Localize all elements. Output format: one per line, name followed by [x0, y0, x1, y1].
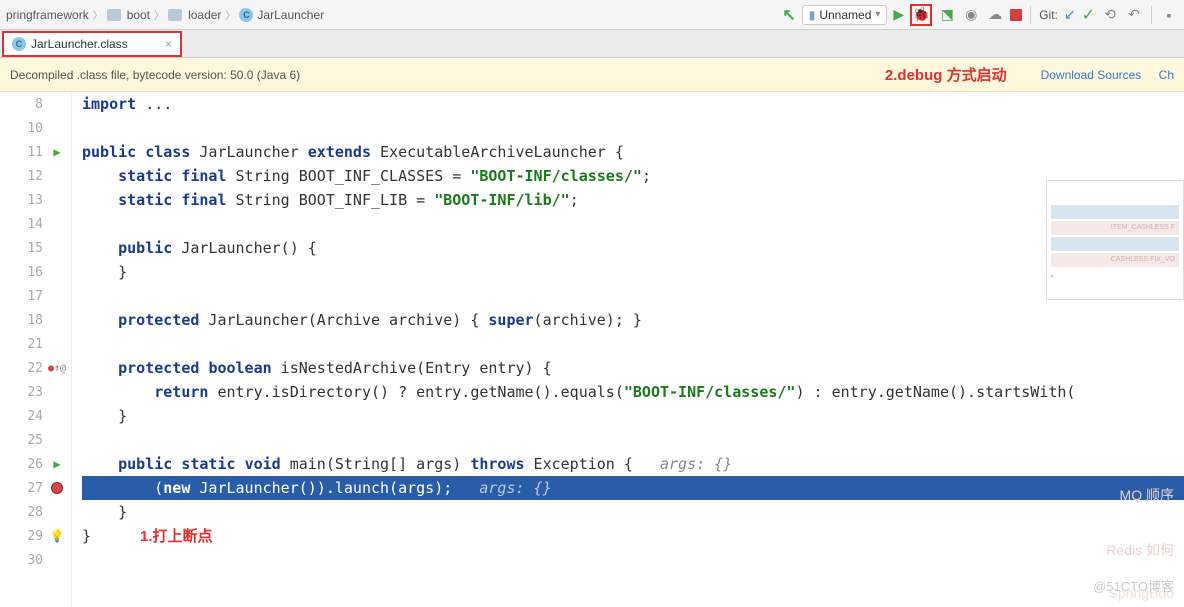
line-number[interactable]: 14 [0, 212, 71, 236]
code-line[interactable]: } [82, 500, 1184, 524]
choose-sources-link[interactable]: Ch [1159, 68, 1174, 82]
line-number[interactable]: 21 [0, 332, 71, 356]
line-number[interactable]: 17 [0, 284, 71, 308]
line-number[interactable]: 10 [0, 116, 71, 140]
bug-icon: 🐞 [912, 6, 929, 23]
line-number[interactable]: 27 [0, 476, 71, 500]
code-line[interactable]: public class JarLauncher extends Executa… [82, 140, 1184, 164]
class-icon: C [12, 37, 26, 51]
line-number[interactable]: 8 [0, 92, 71, 116]
class-icon: C [239, 8, 253, 22]
separator [1151, 6, 1152, 24]
tab-jarlauncher[interactable]: C JarLauncher.class × [2, 31, 182, 57]
code-line[interactable]: } [82, 260, 1184, 284]
code-line[interactable] [82, 116, 1184, 140]
breadcrumbs[interactable]: pringframework〉 boot〉 loader〉 CJarLaunch… [6, 7, 324, 22]
crumb-root[interactable]: pringframework [6, 8, 89, 22]
line-number[interactable]: 12 [0, 164, 71, 188]
download-sources-link[interactable]: Download Sources [1041, 68, 1142, 82]
code-line[interactable] [82, 548, 1184, 572]
annotation-breakpoint: 1.打上断点 [140, 525, 213, 546]
code-line[interactable]: return entry.isDirectory() ? entry.getNa… [82, 380, 1184, 404]
debug-button[interactable]: 🐞 [910, 4, 932, 26]
git-label: Git: [1039, 8, 1058, 22]
code-line[interactable] [82, 284, 1184, 308]
attach-icon[interactable]: ☁ [986, 6, 1004, 24]
coverage-icon[interactable]: ⬔ [938, 6, 956, 24]
git-commit-icon[interactable]: ✓ [1082, 5, 1095, 25]
line-number[interactable]: 22●↑@ [0, 356, 71, 380]
code-line[interactable]: (new JarLauncher()).launch(args); args: … [82, 476, 1184, 500]
code-line[interactable]: } [82, 404, 1184, 428]
faint-text: MQ 顺序 [1120, 485, 1174, 505]
line-number[interactable]: 29💡 [0, 524, 71, 548]
minimap-preview: ITEM_CASHLESS F CASHLESS FIX_VO ▸ [1046, 180, 1184, 300]
line-number[interactable]: 24 [0, 404, 71, 428]
line-number[interactable]: 23 [0, 380, 71, 404]
close-icon[interactable]: × [165, 37, 172, 51]
line-number[interactable]: 11▶ [0, 140, 71, 164]
run-config-name: Unnamed [819, 8, 871, 22]
code-line[interactable] [82, 428, 1184, 452]
code-line[interactable]: static final String BOOT_INF_LIB = "BOOT… [82, 188, 1184, 212]
more-icon[interactable]: ▪ [1160, 6, 1178, 24]
code-line[interactable]: protected JarLauncher(Archive archive) {… [82, 308, 1184, 332]
tab-label: JarLauncher.class [31, 37, 128, 51]
watermark: @51CTO博客 [1093, 576, 1174, 595]
toolbar: pringframework〉 boot〉 loader〉 CJarLaunch… [0, 0, 1184, 30]
code-line[interactable]: public JarLauncher() { [82, 236, 1184, 260]
code-line[interactable]: protected boolean isNestedArchive(Entry … [82, 356, 1184, 380]
crumb-loader[interactable]: loader [188, 8, 221, 22]
history-icon[interactable]: ⟲ [1101, 6, 1119, 24]
gutter[interactable]: 81011▶121314151617182122●↑@23242526▶2728… [0, 92, 72, 607]
line-number[interactable]: 28 [0, 500, 71, 524]
folder-icon [168, 9, 182, 21]
run-config-select[interactable]: ▮Unnamed▾ [802, 5, 888, 25]
code-line[interactable]: import ... [82, 92, 1184, 116]
line-number[interactable]: 30 [0, 548, 71, 572]
crumb-boot[interactable]: boot [127, 8, 150, 22]
revert-icon[interactable]: ↶ [1125, 6, 1143, 24]
faint-text: Redis 如何 [1106, 540, 1174, 560]
code-line[interactable] [82, 212, 1184, 236]
code-line[interactable]: static final String BOOT_INF_CLASSES = "… [82, 164, 1184, 188]
stop-icon[interactable] [1010, 9, 1022, 21]
line-number[interactable]: 18 [0, 308, 71, 332]
line-number[interactable]: 16 [0, 260, 71, 284]
line-number[interactable]: 26▶ [0, 452, 71, 476]
line-number[interactable]: 15 [0, 236, 71, 260]
line-number[interactable]: 25 [0, 428, 71, 452]
toolbar-right: ↖ ▮Unnamed▾ ▶ 🐞 ⬔ ◉ ☁ Git: ↙ ✓ ⟲ ↶ ▪ [782, 4, 1178, 26]
git-pull-icon[interactable]: ↙ [1064, 6, 1076, 23]
profile-icon[interactable]: ◉ [962, 6, 980, 24]
code-line[interactable]: } [82, 524, 1184, 548]
nav-back-icon[interactable]: ↖ [782, 5, 795, 25]
line-number[interactable]: 13 [0, 188, 71, 212]
code-area[interactable]: import ... public class JarLauncher exten… [72, 92, 1184, 607]
decompile-banner: Decompiled .class file, bytecode version… [0, 58, 1184, 92]
crumb-class[interactable]: JarLauncher [257, 8, 324, 22]
annotation-debug: 2.debug 方式启动 [885, 64, 1007, 85]
separator [1030, 6, 1031, 24]
run-icon[interactable]: ▶ [893, 6, 904, 23]
code-line[interactable]: public static void main(String[] args) t… [82, 452, 1184, 476]
banner-text: Decompiled .class file, bytecode version… [10, 68, 300, 82]
code-line[interactable] [82, 332, 1184, 356]
folder-icon [107, 9, 121, 21]
editor-tabs: C JarLauncher.class × [0, 30, 1184, 58]
